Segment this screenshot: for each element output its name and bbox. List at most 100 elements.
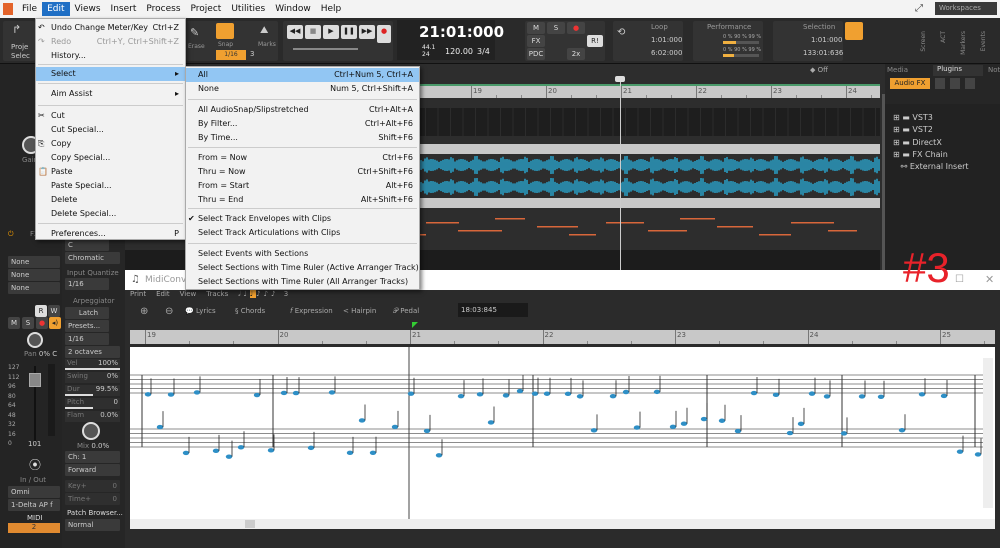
submenu-item-none[interactable]: None Num 5, Ctrl+Shift+A [186, 82, 419, 96]
note-head[interactable] [750, 390, 758, 396]
midi-note[interactable] [690, 218, 715, 220]
arm-button[interactable]: ● [36, 317, 48, 329]
menu-item-aim-assist[interactable]: Aim Assist ▸ [36, 87, 185, 101]
octaves-dropdown[interactable]: 2 octaves [65, 346, 120, 358]
note-head[interactable] [840, 431, 848, 436]
lyrics-tool[interactable]: 💬 Lyrics [185, 307, 216, 315]
position-slider[interactable] [293, 48, 358, 50]
menu-edit[interactable]: Edit [42, 2, 70, 16]
slot-dropdown-1[interactable]: None [8, 256, 60, 268]
input-echo-button[interactable]: ◂) [49, 317, 61, 329]
staff-vertical-scrollbar[interactable] [983, 358, 993, 508]
midi-note[interactable] [537, 226, 568, 228]
note-head[interactable] [193, 390, 201, 395]
plugin-view-icon[interactable] [965, 78, 975, 89]
menu-edit-staff[interactable]: Edit [156, 290, 170, 301]
mode-dropdown[interactable]: Normal [65, 519, 120, 531]
pencil-icon[interactable]: ✎ [190, 26, 199, 39]
menu-item-copy-special[interactable]: Copy Special... [36, 151, 185, 165]
act-tab[interactable]: ACT [940, 31, 947, 43]
expand-icon[interactable]: ⤢ [915, 3, 923, 14]
zoom-in-icon[interactable]: ⊕ [140, 306, 148, 317]
marks-icon[interactable]: ⛰ [260, 25, 268, 36]
arp-param-swing[interactable]: Swing 0% [65, 372, 120, 383]
loop-end[interactable]: 6:02:000 [651, 49, 682, 57]
menu-item-delete[interactable]: Delete [36, 193, 185, 207]
output-dropdown[interactable]: 1-Delta AP f [8, 499, 60, 511]
export-icon[interactable]: ↱ [12, 23, 21, 36]
fx-button[interactable]: FX [527, 35, 545, 47]
close-icon[interactable]: ✕ [985, 273, 994, 286]
volume-fader[interactable] [29, 372, 41, 387]
note-head[interactable] [974, 452, 982, 457]
menu-help[interactable]: Help [316, 2, 347, 16]
snap-value[interactable]: 1/16 [216, 50, 246, 60]
staff-area[interactable] [130, 347, 995, 519]
menu-item-preferences[interactable]: Preferences... P [36, 227, 185, 241]
selection-radio[interactable]: Selec [11, 52, 30, 60]
write-automation-button[interactable]: W [48, 305, 60, 317]
mute-button[interactable]: M [8, 317, 20, 329]
midi-note[interactable] [828, 230, 847, 232]
note-head[interactable] [564, 391, 572, 397]
note-head[interactable] [346, 450, 354, 456]
midi-note[interactable] [495, 218, 515, 220]
note-head[interactable] [391, 424, 399, 430]
note-head[interactable] [609, 394, 617, 399]
menu-item-cut[interactable]: ✂ Cut [36, 109, 185, 123]
menu-process[interactable]: Process [141, 2, 185, 16]
presets-dropdown[interactable]: Presets... [65, 320, 109, 332]
record-button[interactable]: ● [377, 25, 391, 43]
now-time-flag[interactable] [412, 322, 418, 328]
tab-media[interactable]: Media [887, 66, 927, 76]
note-head[interactable] [653, 389, 661, 395]
latch-button[interactable]: Latch [65, 307, 109, 319]
plugin-layout-icon[interactable] [950, 78, 960, 89]
power-icon[interactable]: ⏻ [8, 230, 14, 239]
note-head[interactable] [576, 394, 584, 399]
note-head[interactable] [590, 428, 598, 433]
read-automation-button[interactable]: R [35, 305, 47, 317]
play-button[interactable]: ▶ [323, 25, 339, 39]
meter[interactable]: 3/4 [477, 47, 490, 56]
note-head[interactable] [487, 420, 495, 425]
menu-print[interactable]: Print [130, 290, 146, 301]
note-head[interactable] [267, 448, 275, 453]
record-arm-button[interactable]: ● [567, 22, 585, 34]
note-head[interactable] [700, 416, 708, 422]
note-head[interactable] [253, 392, 261, 398]
stop-button[interactable]: ■ [305, 25, 321, 39]
rewind-button[interactable]: ◀◀ [287, 25, 303, 39]
note-head[interactable] [307, 445, 315, 451]
reset-button[interactable]: R! [587, 35, 603, 47]
staff-time-ruler[interactable]: 19 20 21 22 23 24 25 [130, 330, 995, 344]
arp-param-pitch[interactable]: Pitch 0 [65, 398, 120, 409]
menu-item-cut-special[interactable]: Cut Special... [36, 123, 185, 137]
note-head[interactable] [877, 394, 885, 400]
maximize-icon[interactable]: ☐ [955, 274, 964, 285]
selection-end[interactable]: 133:01:636 [803, 49, 843, 57]
note-head[interactable] [423, 428, 431, 434]
menu-utilities[interactable]: Utilities [226, 2, 270, 16]
note-head[interactable] [786, 430, 794, 436]
menu-item-redo[interactable]: ↷ Redo Ctrl+Y, Ctrl+Shift+Z [36, 35, 185, 49]
note-head[interactable] [918, 392, 926, 397]
note-head[interactable] [144, 392, 152, 397]
aim-assist-button[interactable] [845, 22, 863, 40]
staff-time-display[interactable]: 18:03:845 [458, 303, 528, 317]
midi-note[interactable] [759, 234, 781, 236]
loop-icon[interactable]: ⟲ [617, 27, 625, 38]
fast-forward-button[interactable]: ▶▶ [359, 25, 375, 39]
menu-insert[interactable]: Insert [106, 2, 142, 16]
note-head[interactable] [772, 392, 780, 398]
menu-item-history[interactable]: History... [36, 49, 185, 63]
snap-toggle[interactable] [216, 23, 234, 39]
tree-item-directx[interactable]: ⊞ ▬ DirectX [893, 137, 969, 149]
note-head[interactable] [502, 393, 510, 398]
menu-item-undo-change-meter-key[interactable]: ↶ Undo Change Meter/Key Ctrl+Z [36, 21, 185, 35]
note-head[interactable] [622, 389, 630, 395]
2x-button[interactable]: 2x [567, 48, 585, 60]
menu-item-copy[interactable]: ⎘ Copy [36, 137, 185, 151]
submenu-item-select-events-with-sections[interactable]: Select Events with Sections [186, 247, 419, 261]
tab-notes[interactable]: Not [988, 66, 1000, 74]
